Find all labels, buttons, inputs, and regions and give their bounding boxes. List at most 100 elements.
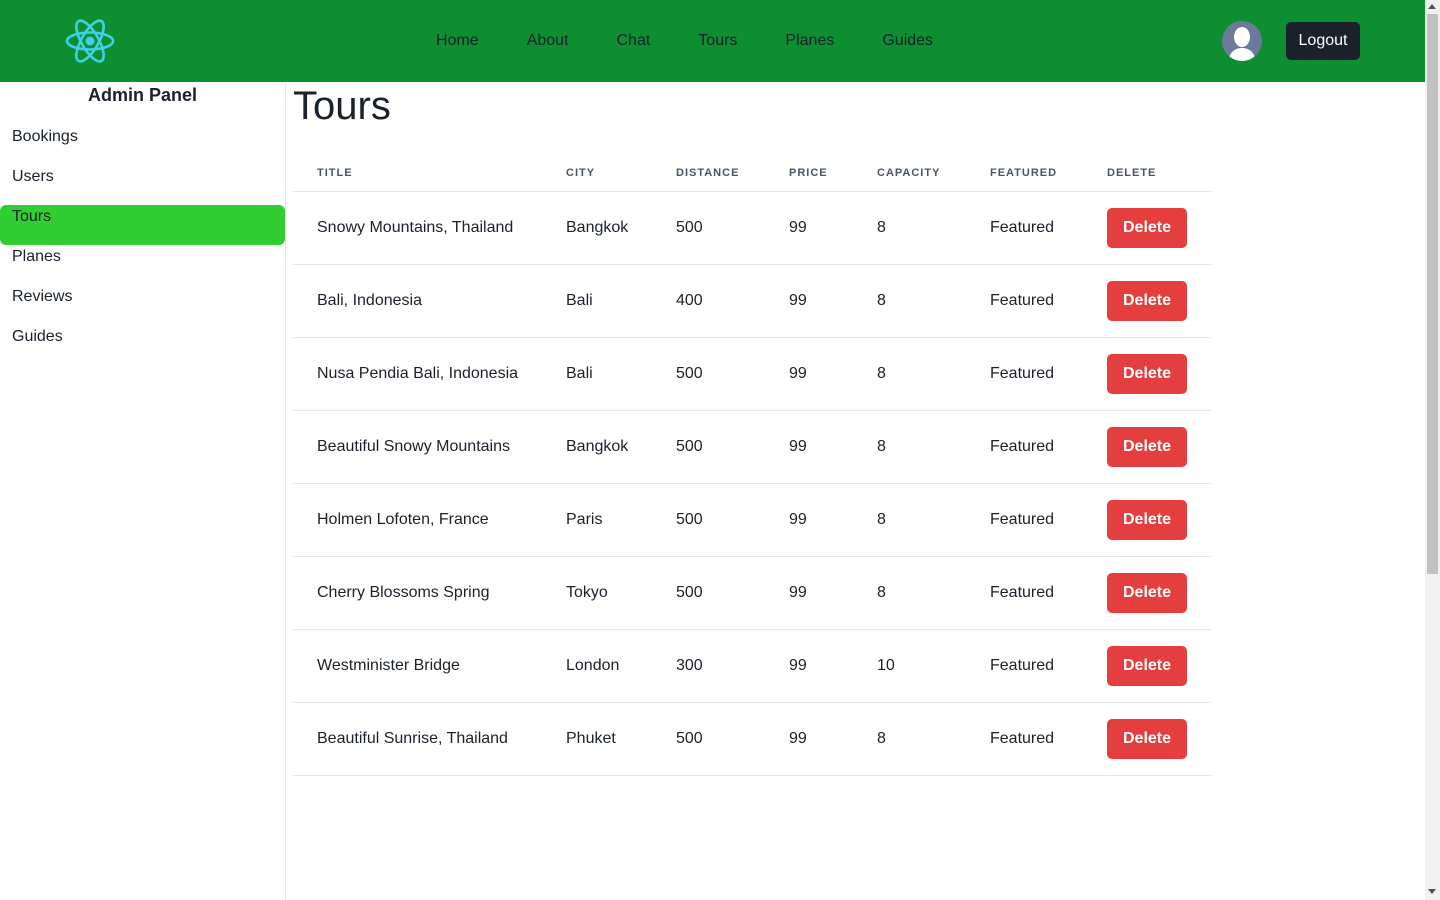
- sidebar-item-bookings[interactable]: Bookings: [0, 125, 285, 165]
- cell-featured: Featured: [966, 483, 1083, 557]
- column-header-city: CITY: [542, 155, 652, 192]
- table-row: Westminister Bridge London 300 99 10 Fea…: [293, 629, 1212, 703]
- cell-city: Phuket: [542, 702, 652, 776]
- cell-price: 99: [765, 337, 853, 411]
- cell-title: Holmen Lofoten, France: [293, 483, 542, 557]
- table-row: Holmen Lofoten, France Paris 500 99 8 Fe…: [293, 483, 1212, 557]
- cell-capacity: 8: [853, 337, 966, 411]
- sidebar-item-guides[interactable]: Guides: [0, 325, 285, 365]
- sidebar-item-tours[interactable]: Tours: [0, 205, 285, 245]
- cell-delete: Delete: [1083, 629, 1212, 703]
- column-header-delete: DELETE: [1083, 155, 1212, 192]
- page-scrollbar[interactable]: [1425, 0, 1440, 900]
- sidebar-item-planes[interactable]: Planes: [0, 245, 285, 285]
- sidebar-item-users[interactable]: Users: [0, 165, 285, 205]
- sidebar-title: Admin Panel: [87, 85, 198, 105]
- delete-button[interactable]: Delete: [1107, 280, 1187, 321]
- top-navbar: Home About Chat Tours Planes Guides Logo…: [0, 0, 1425, 82]
- tours-table: TITLE CITY DISTANCE PRICE CAPACITY FEATU…: [293, 155, 1212, 776]
- cell-city: London: [542, 629, 652, 703]
- cell-featured: Featured: [966, 410, 1083, 484]
- delete-button[interactable]: Delete: [1107, 426, 1187, 467]
- table-row: Bali, Indonesia Bali 400 99 8 Featured D…: [293, 264, 1212, 338]
- nav-link-about[interactable]: About: [503, 0, 593, 82]
- cell-distance: 500: [652, 191, 765, 265]
- delete-button[interactable]: Delete: [1107, 499, 1187, 540]
- nav-link-home[interactable]: Home: [412, 0, 503, 82]
- cell-city: Tokyo: [542, 556, 652, 630]
- nav-link-chat[interactable]: Chat: [593, 0, 675, 82]
- delete-button[interactable]: Delete: [1107, 353, 1187, 394]
- nav-link-tours[interactable]: Tours: [674, 0, 761, 82]
- react-atom-icon[interactable]: [65, 17, 115, 65]
- cell-distance: 400: [652, 264, 765, 338]
- table-row: Beautiful Sunrise, Thailand Phuket 500 9…: [293, 702, 1212, 776]
- cell-capacity: 8: [853, 264, 966, 338]
- delete-button[interactable]: Delete: [1107, 207, 1187, 248]
- cell-price: 99: [765, 191, 853, 265]
- table-row: Nusa Pendia Bali, Indonesia Bali 500 99 …: [293, 337, 1212, 411]
- cell-capacity: 8: [853, 702, 966, 776]
- admin-sidebar: Admin Panel Bookings Users Tours Planes …: [0, 82, 286, 900]
- table-row: Beautiful Snowy Mountains Bangkok 500 99…: [293, 410, 1212, 484]
- logout-button[interactable]: Logout: [1286, 22, 1360, 60]
- cell-price: 99: [765, 483, 853, 557]
- cell-title: Nusa Pendia Bali, Indonesia: [293, 337, 542, 411]
- cell-price: 99: [765, 556, 853, 630]
- cell-title: Westminister Bridge: [293, 629, 542, 703]
- cell-price: 99: [765, 702, 853, 776]
- cell-distance: 500: [652, 337, 765, 411]
- cell-featured: Featured: [966, 629, 1083, 703]
- table-row: Snowy Mountains, Thailand Bangkok 500 99…: [293, 191, 1212, 265]
- cell-title: Beautiful Snowy Mountains: [293, 410, 542, 484]
- cell-price: 99: [765, 410, 853, 484]
- cell-price: 99: [765, 629, 853, 703]
- cell-distance: 500: [652, 410, 765, 484]
- cell-title: Cherry Blossoms Spring: [293, 556, 542, 630]
- cell-distance: 300: [652, 629, 765, 703]
- column-header-title: TITLE: [293, 155, 542, 192]
- column-header-featured: FEATURED: [966, 155, 1083, 192]
- cell-city: Bangkok: [542, 191, 652, 265]
- page-title: Tours: [293, 84, 391, 128]
- column-header-price: PRICE: [765, 155, 853, 192]
- cell-delete: Delete: [1083, 702, 1212, 776]
- cell-city: Paris: [542, 483, 652, 557]
- scrollbar-thumb[interactable]: [1427, 14, 1438, 574]
- delete-button[interactable]: Delete: [1107, 718, 1187, 759]
- cell-price: 99: [765, 264, 853, 338]
- cell-featured: Featured: [966, 702, 1083, 776]
- delete-button[interactable]: Delete: [1107, 645, 1187, 686]
- cell-city: Bangkok: [542, 410, 652, 484]
- column-header-distance: DISTANCE: [652, 155, 765, 192]
- column-header-capacity: CAPACITY: [853, 155, 966, 192]
- nav-link-planes[interactable]: Planes: [761, 0, 858, 82]
- cell-capacity: 8: [853, 410, 966, 484]
- cell-capacity: 8: [853, 191, 966, 265]
- cell-featured: Featured: [966, 264, 1083, 338]
- scroll-down-icon[interactable]: [1428, 889, 1436, 894]
- table-row: Cherry Blossoms Spring Tokyo 500 99 8 Fe…: [293, 556, 1212, 630]
- user-avatar-icon[interactable]: [1222, 21, 1262, 61]
- cell-delete: Delete: [1083, 191, 1212, 265]
- cell-distance: 500: [652, 483, 765, 557]
- cell-title: Beautiful Sunrise, Thailand: [293, 702, 542, 776]
- cell-city: Bali: [542, 264, 652, 338]
- nav-link-guides[interactable]: Guides: [858, 0, 957, 82]
- cell-capacity: 8: [853, 556, 966, 630]
- cell-featured: Featured: [966, 337, 1083, 411]
- cell-delete: Delete: [1083, 556, 1212, 630]
- cell-capacity: 10: [853, 629, 966, 703]
- cell-featured: Featured: [966, 191, 1083, 265]
- cell-city: Bali: [542, 337, 652, 411]
- cell-title: Snowy Mountains, Thailand: [293, 191, 542, 265]
- sidebar-item-reviews[interactable]: Reviews: [0, 285, 285, 325]
- cell-delete: Delete: [1083, 410, 1212, 484]
- scroll-up-icon[interactable]: [1428, 4, 1436, 9]
- delete-button[interactable]: Delete: [1107, 572, 1187, 613]
- cell-capacity: 8: [853, 483, 966, 557]
- table-header-row: TITLE CITY DISTANCE PRICE CAPACITY FEATU…: [293, 155, 1212, 192]
- cell-delete: Delete: [1083, 483, 1212, 557]
- cell-distance: 500: [652, 556, 765, 630]
- cell-title: Bali, Indonesia: [293, 264, 542, 338]
